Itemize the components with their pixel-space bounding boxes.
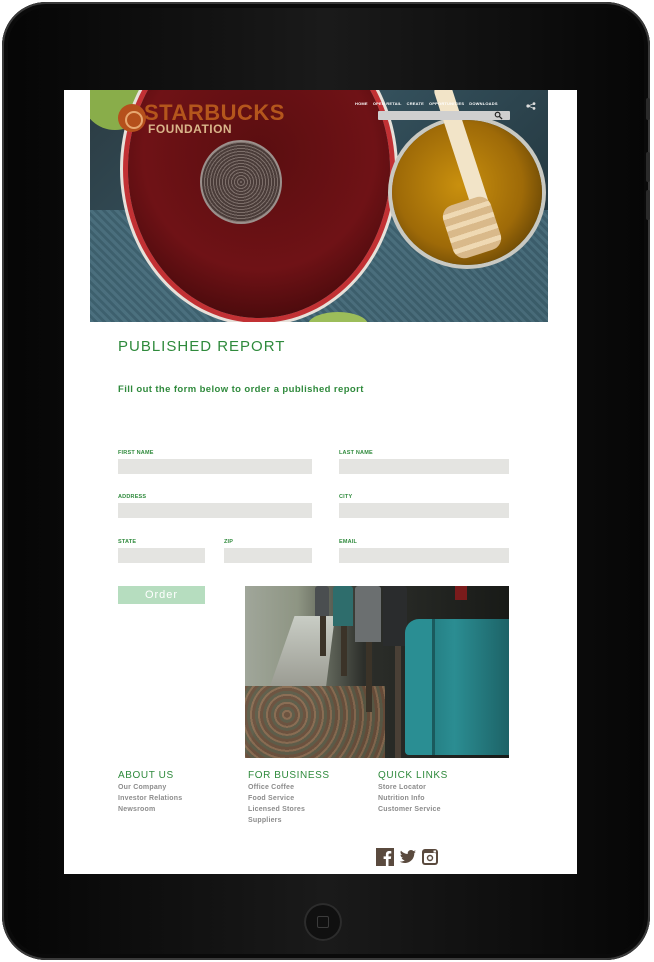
footer-business-heading: FOR BUSINESS [248,770,330,781]
footer-link-investor-relations[interactable]: Investor Relations [118,795,182,802]
mailbox-post-1 [320,616,326,656]
footer-link-our-company[interactable]: Our Company [118,784,166,791]
first-name-label: FIRST NAME [118,450,154,456]
instagram-icon[interactable] [421,848,439,866]
footer-link-newsroom[interactable]: Newsroom [118,806,155,813]
mailbox-post-3 [366,642,372,712]
footer-quick-heading: QUICK LINKS [378,770,448,781]
hero-tea-strainer [200,140,282,224]
mailbox-teal-door [405,619,435,755]
volume-down-button [646,190,650,220]
tablet-screen: STARBUCKS FOUNDATION HOME OPEN RETAIL CR… [64,90,577,874]
mailbox-far-3 [355,586,381,642]
side-button [646,98,650,120]
footer-about-heading: ABOUT US [118,770,174,781]
last-name-field[interactable] [339,459,509,474]
nav-item-opportunities[interactable]: OPPORTUNITIES [429,101,464,106]
mailbox-red-flag [455,586,467,600]
zip-field[interactable] [224,548,312,563]
first-name-field[interactable] [118,459,312,474]
footer-link-food-service[interactable]: Food Service [248,795,294,802]
mailbox-post-4 [395,646,401,758]
share-icon[interactable] [526,102,536,110]
hero-image: STARBUCKS FOUNDATION HOME OPEN RETAIL CR… [90,90,548,322]
email-field[interactable] [339,548,509,563]
main-nav: HOME OPEN RETAIL CREATE OPPORTUNITIES DO… [355,101,498,106]
mailbox-far-1 [315,586,329,616]
search-input[interactable] [378,111,510,120]
zip-label: ZIP [224,539,234,545]
footer-link-office-coffee[interactable]: Office Coffee [248,784,294,791]
logo-mark-icon [118,104,146,132]
home-icon [317,916,329,928]
nav-item-downloads[interactable]: DOWNLOADS [469,101,497,106]
city-label: CITY [339,494,353,500]
page-title: PUBLISHED REPORT [118,338,286,355]
volume-up-button [646,152,650,182]
mailbox-far-4 [383,586,407,646]
search-icon[interactable] [494,111,503,120]
footer-link-suppliers[interactable]: Suppliers [248,817,282,824]
state-field[interactable] [118,548,205,563]
nav-item-create[interactable]: CREATE [407,101,424,106]
footer-link-customer-service[interactable]: Customer Service [378,806,441,813]
mailbox-far-2 [333,586,353,626]
footer-link-licensed-stores[interactable]: Licensed Stores [248,806,305,813]
mailbox-image-leaves [245,686,385,758]
page-subtitle: Fill out the form below to order a publi… [118,384,364,395]
mailbox-post-2 [341,626,347,676]
address-field[interactable] [118,503,312,518]
nav-item-open-retail[interactable]: OPEN RETAIL [373,101,402,106]
city-field[interactable] [339,503,509,518]
facebook-icon[interactable] [376,848,394,866]
address-label: ADDRESS [118,494,147,500]
state-label: STATE [118,539,137,545]
footer-link-store-locator[interactable]: Store Locator [378,784,426,791]
last-name-label: LAST NAME [339,450,373,456]
nav-item-home[interactable]: HOME [355,101,368,106]
order-button[interactable]: Order [118,586,205,604]
logo-line2: FOUNDATION [148,122,233,136]
brand-logo[interactable]: STARBUCKS FOUNDATION [118,100,284,136]
twitter-icon[interactable] [399,848,417,866]
footer-link-nutrition-info[interactable]: Nutrition Info [378,795,425,802]
email-label: EMAIL [339,539,358,545]
mailbox-image [245,586,509,758]
home-button[interactable] [304,903,342,941]
